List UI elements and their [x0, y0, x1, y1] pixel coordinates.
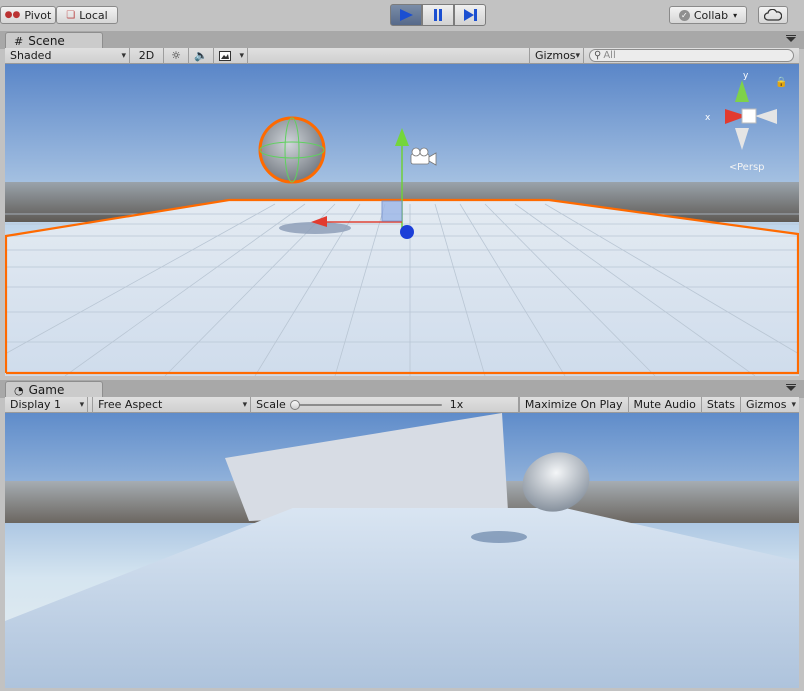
axis-x-label: x [705, 113, 711, 123]
local-button[interactable]: ❏ Local [56, 6, 118, 24]
image-icon [219, 50, 231, 61]
chevron-down-icon: ▾ [733, 10, 738, 20]
scene-search-field[interactable]: ⚲ All [589, 49, 794, 62]
audio-toggle[interactable]: 🔈 [189, 47, 214, 64]
maximize-label: Maximize On Play [524, 398, 623, 411]
aspect-dropdown[interactable]: Free Aspect [92, 396, 252, 413]
pivot-button[interactable]: ●● Pivot [0, 6, 56, 24]
game-viewport[interactable] [5, 413, 799, 688]
scene-gizmos-label: Gizmos [535, 49, 576, 62]
persp-label[interactable]: Persp [737, 162, 765, 173]
local-label: Local [79, 8, 108, 22]
display-label: Display 1 [10, 398, 62, 411]
check-icon: ✓ [678, 9, 690, 21]
scale-slider-thumb[interactable] [289, 399, 300, 410]
scene-sphere[interactable] [258, 116, 326, 184]
scene-tab-label: Scene [28, 34, 65, 48]
lock-icon[interactable]: 🔒 [775, 76, 787, 88]
sun-icon: ☼ [171, 49, 181, 62]
display-dropdown[interactable]: Display 1 [5, 396, 89, 413]
pivot-icon: ●● [4, 10, 21, 20]
axis-y-label: y [743, 71, 749, 81]
mode-2d-toggle[interactable]: 2D [130, 47, 164, 64]
play-icon [400, 9, 413, 21]
cube-icon: ❏ [66, 9, 76, 21]
pivot-label: Pivot [24, 8, 52, 22]
speaker-icon: 🔈 [194, 49, 208, 62]
game-sphere-shadow [471, 531, 527, 543]
game-panel-menu-icon[interactable] [786, 384, 796, 392]
game-tab-label: Game [28, 383, 65, 397]
shading-mode-label: Shaded [10, 49, 52, 62]
scene-tab-bar: # Scene [0, 31, 804, 49]
tab-game[interactable]: ◔ Game [5, 381, 103, 398]
search-icon: ⚲ [594, 50, 602, 61]
step-button[interactable] [454, 4, 486, 26]
pacman-icon: ◔ [14, 383, 24, 397]
game-control-bar: Display 1 Free Aspect Scale 1x Maximize … [5, 396, 799, 413]
tab-scene[interactable]: # Scene [5, 32, 103, 49]
effects-dropdown[interactable] [214, 47, 248, 64]
playback-controls [390, 4, 486, 26]
lighting-toggle[interactable]: ☼ [164, 47, 189, 64]
pause-icon [434, 9, 442, 21]
scene-control-bar: Shaded 2D ☼ 🔈 Gizmos ⚲ All [5, 47, 799, 64]
scale-slider-track [291, 403, 442, 406]
mode-2d-label: 2D [138, 49, 155, 62]
play-button[interactable] [390, 4, 422, 26]
scene-viewport[interactable]: x y 🔒 < Persp [5, 64, 799, 376]
pause-button[interactable] [422, 4, 454, 26]
scale-control: Scale 1x [251, 396, 519, 413]
collab-button[interactable]: ✓ Collab ▾ [669, 6, 747, 24]
cloud-button[interactable] [758, 6, 788, 24]
mute-audio-toggle[interactable]: Mute Audio [629, 396, 702, 413]
collab-label: Collab [693, 8, 729, 22]
stats-toggle[interactable]: Stats [702, 396, 741, 413]
mute-label: Mute Audio [633, 398, 696, 411]
shading-mode-dropdown[interactable]: Shaded [5, 47, 130, 64]
sphere-shadow [279, 222, 351, 234]
scale-label: Scale [256, 398, 286, 411]
scene-search-placeholder: All [603, 50, 616, 61]
panel-menu-icon[interactable] [786, 35, 796, 43]
game-gizmos-dropdown[interactable]: Gizmos [741, 397, 799, 413]
grid-icon: # [14, 34, 24, 48]
main-toolbar: ●● Pivot ❏ Local ✓ Collab ▾ [0, 0, 804, 31]
cloud-icon [764, 9, 782, 21]
stats-label: Stats [706, 398, 735, 411]
scale-slider[interactable] [289, 399, 442, 410]
scene-gizmos-dropdown[interactable]: Gizmos [529, 47, 584, 64]
maximize-on-play-toggle[interactable]: Maximize On Play [518, 396, 629, 413]
scale-value: 1x [449, 398, 464, 411]
aspect-label: Free Aspect [98, 398, 163, 411]
step-icon [464, 9, 477, 21]
game-gizmos-label: Gizmos [745, 398, 787, 411]
game-tab-bar: ◔ Game [0, 380, 804, 398]
